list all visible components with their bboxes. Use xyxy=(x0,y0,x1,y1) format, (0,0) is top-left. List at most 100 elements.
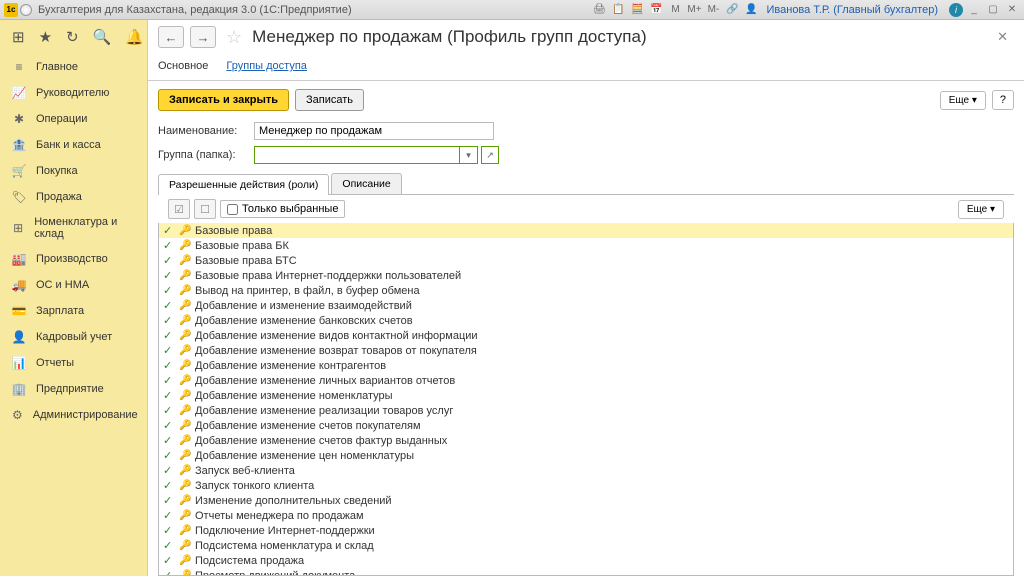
print-icon[interactable]: 🖨 xyxy=(592,3,608,17)
group-dropdown-icon[interactable]: ▾ xyxy=(460,146,478,164)
sidebar-item-5[interactable]: 🏷Продажа xyxy=(0,184,147,210)
m-icon[interactable]: M xyxy=(668,3,684,17)
role-row[interactable]: ✓🔑Вывод на принтер, в файл, в буфер обме… xyxy=(159,283,1013,298)
key-icon: 🔑 xyxy=(179,300,191,311)
favorite-icon[interactable]: ☆ xyxy=(226,27,242,48)
role-name: Подсистема номенклатура и склад xyxy=(195,540,374,552)
check-icon: ✓ xyxy=(163,554,175,567)
check-icon: ✓ xyxy=(163,509,175,522)
role-name: Изменение дополнительных сведений xyxy=(195,495,392,507)
role-row[interactable]: ✓🔑Добавление изменение счетов покупателя… xyxy=(159,418,1013,433)
search-icon[interactable]: 🔍 xyxy=(93,28,112,46)
info-icon[interactable]: i xyxy=(949,3,963,17)
role-row[interactable]: ✓🔑Запуск тонкого клиента xyxy=(159,478,1013,493)
role-row[interactable]: ✓🔑Подключение Интернет-поддержки xyxy=(159,523,1013,538)
minimize-icon[interactable]: _ xyxy=(966,3,982,17)
sidebar-item-label: Продажа xyxy=(36,191,82,203)
maximize-icon[interactable]: ▢ xyxy=(985,3,1001,17)
role-row[interactable]: ✓🔑Добавление изменение контрагентов xyxy=(159,358,1013,373)
role-row[interactable]: ✓🔑Добавление изменение видов контактной … xyxy=(159,328,1013,343)
forward-button[interactable]: → xyxy=(190,26,216,48)
check-all-button[interactable]: ☑ xyxy=(168,199,190,219)
roles-more-button[interactable]: Еще ▾ xyxy=(958,200,1004,219)
check-icon: ✓ xyxy=(163,479,175,492)
sidebar-item-3[interactable]: 🏦Банк и касса xyxy=(0,132,147,158)
tool-icon[interactable]: 📋 xyxy=(611,3,627,17)
role-row[interactable]: ✓🔑Добавление изменение счетов фактур выд… xyxy=(159,433,1013,448)
role-row[interactable]: ✓🔑Базовые права БТС xyxy=(159,253,1013,268)
current-user[interactable]: Иванова Т.Р. (Главный бухгалтер) xyxy=(767,4,939,16)
tab-groups[interactable]: Группы доступа xyxy=(226,54,306,80)
only-selected-input[interactable] xyxy=(227,204,238,215)
help-button[interactable]: ? xyxy=(992,90,1014,110)
group-open-icon[interactable]: ↗ xyxy=(481,146,499,164)
sidebar-item-4[interactable]: 🛒Покупка xyxy=(0,158,147,184)
role-row[interactable]: ✓🔑Запуск веб-клиента xyxy=(159,463,1013,478)
role-row[interactable]: ✓🔑Добавление изменение номенклатуры xyxy=(159,388,1013,403)
role-row[interactable]: ✓🔑Добавление изменение цен номенклатуры xyxy=(159,448,1013,463)
dropdown-icon[interactable] xyxy=(20,4,32,16)
sidebar-item-7[interactable]: 🏭Производство xyxy=(0,246,147,272)
m-minus-icon[interactable]: M- xyxy=(706,3,722,17)
close-window-icon[interactable]: ✕ xyxy=(1004,3,1020,17)
sidebar-item-10[interactable]: 👤Кадровый учет xyxy=(0,324,147,350)
role-row[interactable]: ✓🔑Изменение дополнительных сведений xyxy=(159,493,1013,508)
only-selected-checkbox[interactable]: Только выбранные xyxy=(220,200,345,218)
role-row[interactable]: ✓🔑Добавление изменение возврат товаров о… xyxy=(159,343,1013,358)
close-page-icon[interactable]: ✕ xyxy=(991,27,1014,47)
key-icon: 🔑 xyxy=(179,555,191,566)
m-plus-icon[interactable]: M+ xyxy=(687,3,703,17)
apps-icon[interactable]: ⊞ xyxy=(12,28,25,46)
sidebar-item-9[interactable]: 💳Зарплата xyxy=(0,298,147,324)
role-name: Базовые права Интернет-поддержки пользов… xyxy=(195,270,461,282)
sidebar-item-0[interactable]: ≡Главное xyxy=(0,54,147,80)
role-row[interactable]: ✓🔑Добавление изменение банковских счетов xyxy=(159,313,1013,328)
role-name: Добавление изменение счетов фактур выдан… xyxy=(195,435,447,447)
bell-icon[interactable]: 🔔 xyxy=(125,28,144,46)
role-row[interactable]: ✓🔑Подсистема продажа xyxy=(159,553,1013,568)
more-button[interactable]: Еще ▾ xyxy=(940,91,986,110)
key-icon: 🔑 xyxy=(179,525,191,536)
sidebar-item-label: Кадровый учет xyxy=(36,331,112,343)
roles-list[interactable]: ✓🔑Базовые права✓🔑Базовые права БК✓🔑Базов… xyxy=(158,223,1014,576)
check-icon: ✓ xyxy=(163,419,175,432)
role-row[interactable]: ✓🔑Добавление и изменение взаимодействий xyxy=(159,298,1013,313)
history-icon[interactable]: ↻ xyxy=(66,28,79,46)
role-row[interactable]: ✓🔑Базовые права БК xyxy=(159,238,1013,253)
link-icon[interactable]: 🔗 xyxy=(725,3,741,17)
save-and-close-button[interactable]: Записать и закрыть xyxy=(158,89,289,111)
role-row[interactable]: ✓🔑Добавление изменение реализации товаро… xyxy=(159,403,1013,418)
role-row[interactable]: ✓🔑Подсистема номенклатура и склад xyxy=(159,538,1013,553)
user-icon: 👤 xyxy=(744,3,760,17)
role-row[interactable]: ✓🔑Базовые права Интернет-поддержки польз… xyxy=(159,268,1013,283)
sidebar-item-12[interactable]: 🏢Предприятие xyxy=(0,376,147,402)
sidebar-item-6[interactable]: ⊞Номенклатура и склад xyxy=(0,210,147,246)
role-row[interactable]: ✓🔑Базовые права xyxy=(159,223,1013,238)
tab-roles[interactable]: Разрешенные действия (роли) xyxy=(158,174,329,195)
role-row[interactable]: ✓🔑Добавление изменение личных вариантов … xyxy=(159,373,1013,388)
sidebar-item-11[interactable]: 📊Отчеты xyxy=(0,350,147,376)
name-input[interactable] xyxy=(254,122,494,140)
calc-icon[interactable]: 🧮 xyxy=(630,3,646,17)
save-button[interactable]: Записать xyxy=(295,89,364,111)
sidebar-item-1[interactable]: 📈Руководителю xyxy=(0,80,147,106)
sidebar-item-8[interactable]: 🚚ОС и НМА xyxy=(0,272,147,298)
back-button[interactable]: ← xyxy=(158,26,184,48)
uncheck-all-button[interactable]: ☐ xyxy=(194,199,216,219)
key-icon: 🔑 xyxy=(179,285,191,296)
role-row[interactable]: ✓🔑Отчеты менеджера по продажам xyxy=(159,508,1013,523)
check-icon: ✓ xyxy=(163,569,175,576)
group-input[interactable] xyxy=(254,146,460,164)
star-icon[interactable]: ★ xyxy=(39,28,52,46)
tab-main[interactable]: Основное xyxy=(158,54,208,80)
calendar-icon[interactable]: 📅 xyxy=(649,3,665,17)
key-icon: 🔑 xyxy=(179,270,191,281)
sidebar-item-13[interactable]: ⚙Администрирование xyxy=(0,402,147,428)
sidebar-item-2[interactable]: ✱Операции xyxy=(0,106,147,132)
tab-description[interactable]: Описание xyxy=(331,173,401,194)
role-row[interactable]: ✓🔑Просмотр движений документа xyxy=(159,568,1013,576)
main-area: ← → ☆ Менеджер по продажам (Профиль груп… xyxy=(148,20,1024,576)
sidebar-item-label: Предприятие xyxy=(36,383,104,395)
sidebar-item-label: ОС и НМА xyxy=(36,279,89,291)
app-icon: 1c xyxy=(4,3,18,17)
